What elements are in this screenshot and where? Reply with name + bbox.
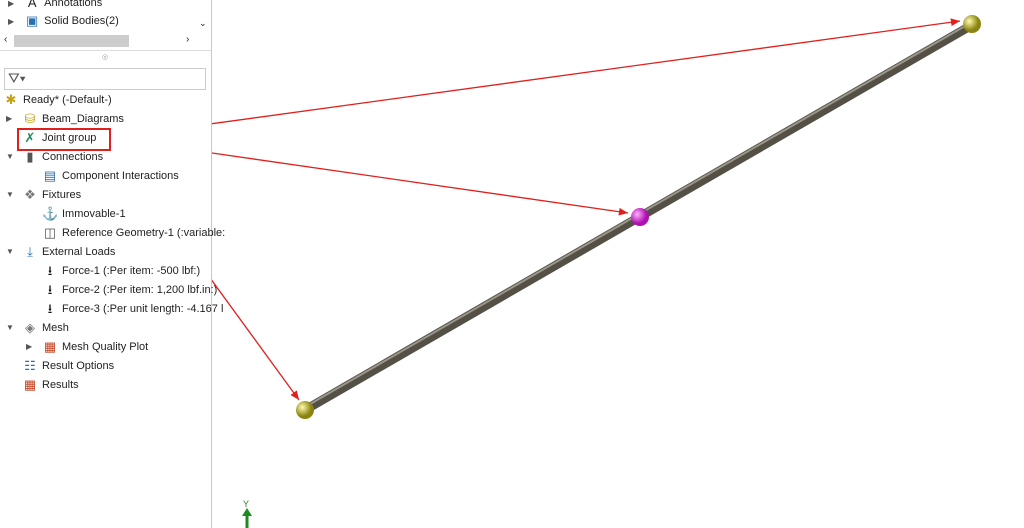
tree-item-label: External Loads <box>42 246 116 258</box>
joint-middle[interactable] <box>631 208 649 226</box>
beam-diagrams-icon: ⛁ <box>24 111 36 126</box>
tree-item-solid-bodies[interactable]: ▶ ▣ Solid Bodies(2) <box>8 12 119 30</box>
fixtures-icon: ❖ <box>24 187 36 202</box>
connections-icon: ▮ <box>26 149 34 164</box>
tree-item[interactable]: ⭳ Force-3 (:Per unit length: -4.167 l <box>42 300 224 318</box>
collapse-icon[interactable]: ▼ <box>6 190 14 199</box>
component-interactions-icon: ▤ <box>43 168 57 183</box>
plot-icon: ▦ <box>43 339 57 354</box>
scroll-right-icon[interactable]: › <box>186 34 189 45</box>
graphics-viewport[interactable]: Y <box>212 0 1024 528</box>
filter-icon[interactable]: ⛛▾ <box>8 70 26 87</box>
tree-item-label: Immovable-1 <box>62 208 126 220</box>
tree-item[interactable]: ◈ Mesh <box>22 319 69 337</box>
arrow-to-middle-joint <box>212 152 629 216</box>
tree-item-label: Component Interactions <box>62 170 179 182</box>
reference-geometry-icon: ◫ <box>43 225 57 240</box>
results-icon: ▦ <box>23 377 37 392</box>
tree-item-label: Connections <box>42 151 104 163</box>
joint-end-left[interactable] <box>296 401 314 419</box>
splitter-handle[interactable]: ◎ <box>102 53 108 61</box>
horizontal-scrollbar-thumb[interactable] <box>14 35 129 47</box>
tree-item[interactable]: ⛁ Beam_Diagrams <box>22 110 124 128</box>
study-label: Ready* (-Default-) <box>23 94 112 106</box>
tree-item[interactable]: ☷ Result Options <box>22 357 114 375</box>
collapse-icon[interactable]: ▼ <box>6 247 14 256</box>
tree-item-label: Force-1 (:Per item: -500 lbf:) <box>62 265 201 277</box>
tree-item[interactable]: ⭳ Force-2 (:Per item: 1,200 lbf.in:) <box>42 281 218 299</box>
force-arrow-icon: ⭳ <box>47 282 53 297</box>
immovable-icon: ⚓ <box>42 206 59 221</box>
collapse-icon[interactable]: ▼ <box>6 152 14 161</box>
arrow-to-left-joint <box>212 279 300 401</box>
tree-item[interactable]: ⤓ External Loads <box>22 243 115 261</box>
triad-y-label: Y <box>243 499 249 509</box>
study-icon: ✱ <box>5 92 17 107</box>
highlight-box <box>17 128 111 151</box>
tree-item-label: Results <box>42 379 79 391</box>
tree-item[interactable]: ⭳ Force-1 (:Per item: -500 lbf:) <box>42 262 200 280</box>
force-arrow-icon: ⭳ <box>47 301 53 316</box>
tree-item[interactable]: ▦ Results <box>22 376 79 394</box>
annotations-icon: A <box>27 0 37 10</box>
force-arrow-icon: ⭳ <box>47 263 53 278</box>
tree-item[interactable]: ❖ Fixtures <box>22 186 81 204</box>
filter-box[interactable]: ⛛▾ <box>4 68 206 90</box>
tree-item-label: Force-2 (:Per item: 1,200 lbf.in:) <box>62 284 218 296</box>
feature-tree-panel: ▶ A Annotations ▶ ▣ Solid Bodies(2) ‹ › ⌄ ◎ … <box>0 0 225 528</box>
expand-icon[interactable]: ▶ <box>6 114 12 123</box>
tree-item-label: Reference Geometry-1 (:variable: <box>62 227 226 239</box>
tree-item[interactable]: ◫ Reference Geometry-1 (:variable: <box>42 224 225 242</box>
tree-item-label: Force-3 (:Per unit length: -4.167 l <box>62 303 224 315</box>
external-loads-icon: ⤓ <box>27 244 33 259</box>
tree-item-label: Mesh <box>42 322 69 334</box>
tree-item-label: Fixtures <box>42 189 82 201</box>
tree-item[interactable]: ▦ Mesh Quality Plot <box>42 338 148 356</box>
tree-item-label: Beam_Diagrams <box>42 113 124 125</box>
arrow-to-right-joint <box>212 18 961 125</box>
study-item[interactable]: ✱ Ready* (-Default-) <box>3 91 112 109</box>
tree-item[interactable]: ⚓ Immovable-1 <box>42 205 126 223</box>
collapse-icon[interactable]: ▼ <box>6 323 14 332</box>
tree-label: Solid Bodies(2) <box>44 15 119 27</box>
tree-item-label: Result Options <box>42 360 115 372</box>
tree-item[interactable]: ▤ Component Interactions <box>42 167 179 185</box>
model-tree: ▶ A Annotations ▶ ▣ Solid Bodies(2) ‹ › ⌄ <box>0 0 211 51</box>
tree-item-label: Mesh Quality Plot <box>62 341 149 353</box>
scroll-down-icon[interactable]: ⌄ <box>199 18 207 29</box>
expand-icon[interactable]: ▶ <box>26 342 32 351</box>
scroll-left-icon[interactable]: ‹ <box>4 34 7 45</box>
solid-bodies-icon: ▣ <box>26 13 39 28</box>
joint-end-right[interactable] <box>963 15 981 33</box>
mesh-icon: ◈ <box>25 320 35 335</box>
axis-triad: Y <box>242 499 252 528</box>
tree-label: Annotations <box>44 0 103 9</box>
result-options-icon: ☷ <box>24 358 36 373</box>
tree-item-annotations[interactable]: ▶ A Annotations <box>8 0 102 12</box>
